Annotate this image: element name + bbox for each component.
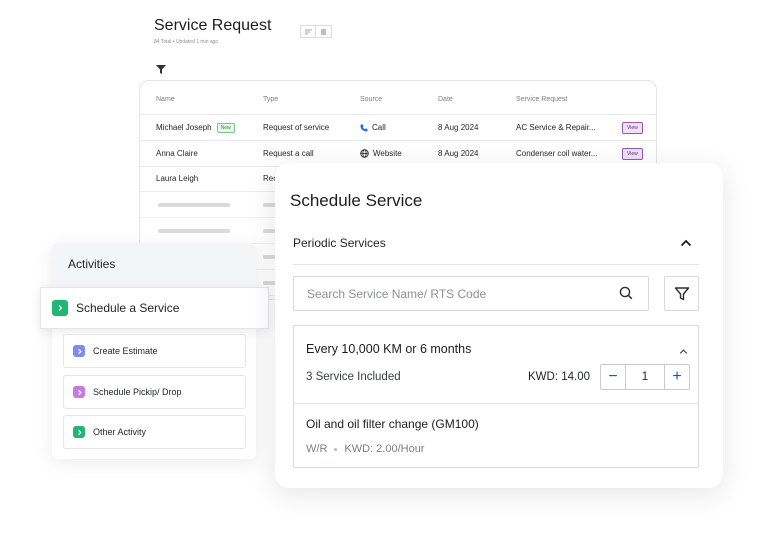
service-package-card: Every 10,000 KM or 6 months 3 Service In… bbox=[293, 325, 699, 468]
chevron-right-icon bbox=[73, 386, 85, 398]
filter-icon bbox=[674, 286, 689, 300]
row-request: Condenser coil water... bbox=[516, 149, 598, 158]
column-header: Date bbox=[438, 96, 453, 103]
column-header: Type bbox=[263, 96, 279, 103]
chevron-up-icon[interactable] bbox=[679, 236, 693, 255]
grid-view-icon[interactable] bbox=[316, 25, 332, 38]
table-row[interactable]: Michael Joseph New Request of service Ca… bbox=[140, 115, 656, 141]
row-name: Laura Leigh bbox=[156, 174, 199, 183]
activities-header: Activities bbox=[52, 243, 256, 287]
activity-label: Other Activity bbox=[93, 427, 147, 437]
service-item-name: Oil and oil filter change (GM100) bbox=[306, 417, 479, 431]
chevron-up-icon[interactable] bbox=[678, 344, 689, 362]
schedule-pickup-drop-item[interactable]: Schedule Pickip/ Drop bbox=[63, 375, 246, 409]
activity-label: Schedule a Service bbox=[76, 301, 180, 315]
row-name: Anna Claire bbox=[156, 149, 198, 158]
activity-label: Create Estimate bbox=[93, 346, 158, 356]
chevron-right-icon bbox=[52, 300, 68, 316]
list-view-icon[interactable] bbox=[300, 25, 316, 38]
view-button[interactable]: View bbox=[622, 147, 643, 160]
decrement-button[interactable]: − bbox=[601, 365, 626, 389]
create-estimate-item[interactable]: Create Estimate bbox=[63, 334, 246, 368]
panel-title: Schedule Service bbox=[290, 191, 423, 210]
view-toggle[interactable] bbox=[300, 25, 332, 38]
row-request: AC Service & Repair... bbox=[516, 123, 596, 132]
column-header: Name bbox=[156, 96, 175, 103]
service-item-code: W/R bbox=[306, 443, 328, 455]
other-activity-item[interactable]: Other Activity bbox=[63, 415, 246, 449]
increment-button[interactable]: + bbox=[664, 365, 689, 389]
service-request-subtitle: 84 Total • Updated 1 min ago bbox=[154, 39, 219, 45]
activity-label: Schedule Pickip/ Drop bbox=[93, 387, 182, 397]
column-header: Source bbox=[360, 96, 383, 103]
row-source: Website bbox=[373, 149, 402, 158]
package-price: KWD: 14.00 bbox=[528, 371, 590, 383]
service-item-meta: W/R KWD: 2.00/Hour bbox=[306, 443, 424, 455]
separator-dot bbox=[334, 447, 338, 451]
phone-icon bbox=[360, 124, 368, 131]
chevron-right-icon bbox=[73, 426, 85, 438]
row-source: Call bbox=[372, 123, 386, 132]
divider bbox=[293, 264, 699, 265]
filter-icon[interactable] bbox=[156, 61, 166, 79]
globe-icon bbox=[360, 149, 369, 158]
activities-title: Activities bbox=[68, 257, 116, 271]
row-type: Request of service bbox=[263, 123, 330, 132]
service-item-rate: KWD: 2.00/Hour bbox=[344, 443, 425, 455]
periodic-services-header[interactable]: Periodic Services bbox=[293, 236, 386, 250]
package-title: Every 10,000 KM or 6 months bbox=[306, 342, 472, 356]
package-count: 3 Service Included bbox=[306, 371, 401, 383]
row-date: 8 Aug 2024 bbox=[438, 149, 479, 158]
divider bbox=[294, 403, 698, 404]
schedule-a-service-item[interactable]: Schedule a Service bbox=[40, 287, 269, 329]
chevron-right-icon bbox=[73, 345, 85, 357]
row-type: Request a call bbox=[263, 149, 314, 158]
search-input[interactable]: Search Service Name/ RTS Code bbox=[293, 276, 649, 311]
table-header: Name Type Source Date Service Request bbox=[140, 85, 656, 115]
schedule-service-panel: Schedule Service Periodic Services Searc… bbox=[275, 163, 723, 488]
filter-button[interactable] bbox=[664, 276, 699, 311]
service-request-title: Service Request bbox=[154, 17, 272, 34]
row-date: 8 Aug 2024 bbox=[438, 123, 479, 132]
column-header: Service Request bbox=[516, 96, 568, 103]
new-badge: New bbox=[216, 122, 235, 133]
view-button[interactable]: View bbox=[622, 121, 643, 134]
row-name: Michael Joseph bbox=[156, 123, 212, 132]
quantity-stepper[interactable]: − 1 + bbox=[600, 364, 690, 390]
quantity-value[interactable]: 1 bbox=[626, 365, 664, 389]
